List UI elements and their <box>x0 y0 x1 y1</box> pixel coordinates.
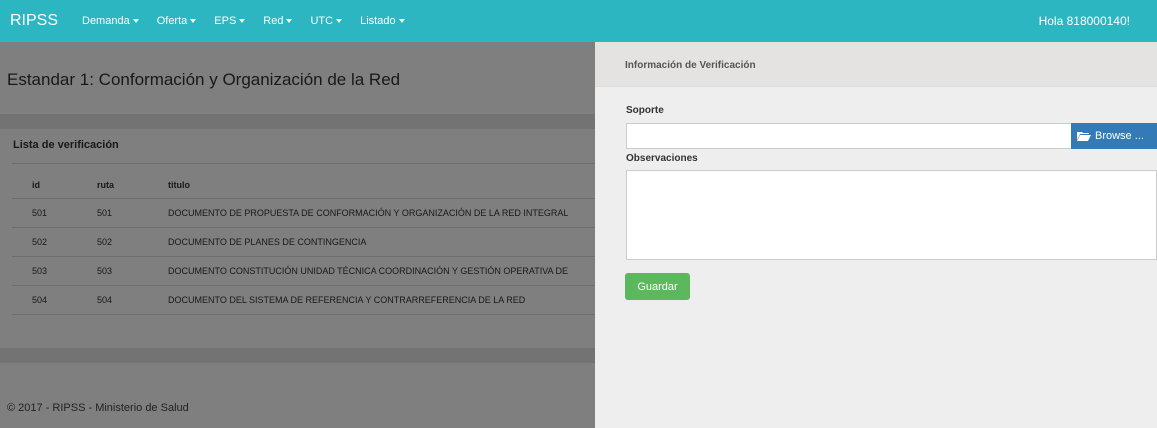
caret-down-icon <box>286 19 293 23</box>
caret-down-icon <box>190 19 197 23</box>
observaciones-textarea[interactable] <box>626 170 1157 260</box>
brand-logo[interactable]: RIPSS <box>10 12 58 30</box>
menu-label: EPS <box>214 15 237 27</box>
menu-label: Listado <box>360 15 396 27</box>
file-path-input[interactable] <box>626 123 1071 149</box>
caret-down-icon <box>239 19 246 23</box>
browse-button[interactable]: Browse ... <box>1071 123 1157 149</box>
menu-utc[interactable]: UTC <box>310 15 343 27</box>
caret-down-icon <box>132 19 139 23</box>
modal-backdrop[interactable] <box>0 42 595 428</box>
menu-label: UTC <box>310 15 334 27</box>
verification-side-panel: Información de Verificación Soporte Brow… <box>595 42 1157 428</box>
user-greeting[interactable]: Hola 818000140! <box>1039 14 1130 28</box>
menu-demanda[interactable]: Demanda <box>82 15 139 27</box>
menu-listado[interactable]: Listado <box>360 15 405 27</box>
navbar: RIPSS Demanda Oferta EPS Red UTC Listado… <box>0 0 1157 42</box>
caret-down-icon <box>336 19 343 23</box>
save-button[interactable]: Guardar <box>625 273 690 300</box>
soporte-label: Soporte <box>626 105 664 116</box>
main-menu: Demanda Oferta EPS Red UTC Listado <box>82 0 423 42</box>
menu-eps[interactable]: EPS <box>214 15 246 27</box>
observaciones-label: Observaciones <box>626 153 698 164</box>
menu-label: Oferta <box>156 15 188 27</box>
browse-label: Browse ... <box>1095 130 1144 142</box>
menu-oferta[interactable]: Oferta <box>157 15 197 27</box>
caret-down-icon <box>398 19 405 23</box>
folder-open-icon <box>1077 132 1091 141</box>
side-panel-header: Información de Verificación <box>595 42 1157 87</box>
menu-red[interactable]: Red <box>263 15 293 27</box>
menu-label: Red <box>263 15 284 27</box>
side-panel-title: Información de Verificación <box>625 60 756 71</box>
menu-label: Demanda <box>82 15 130 27</box>
